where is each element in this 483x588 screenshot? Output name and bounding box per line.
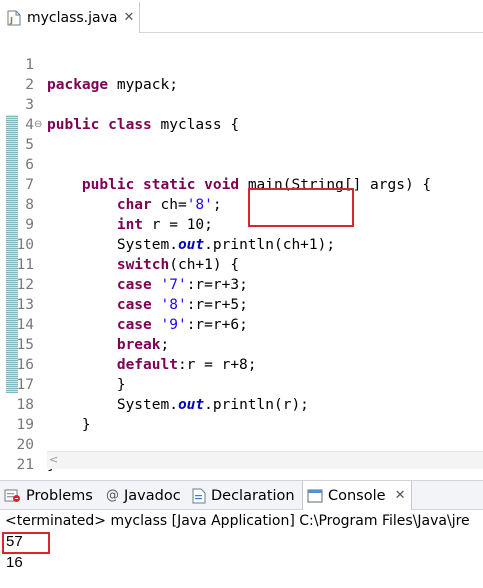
code-line: 15 default:r = r+8;: [0, 315, 483, 373]
close-icon[interactable]: ✕: [123, 10, 134, 25]
editor-tab-bar: J myclass.java ✕: [0, 0, 483, 33]
problems-icon: [4, 488, 21, 503]
console-output[interactable]: <terminated> myclass [Java Application] …: [0, 510, 483, 588]
red-highlight-box: [2, 532, 50, 554]
code-line: 4: [0, 95, 483, 133]
code-line: 7 char ch='8';: [0, 155, 483, 213]
code-line: 6: [0, 135, 483, 173]
tab-console[interactable]: Console ✕: [302, 481, 413, 510]
java-file-icon: J: [7, 10, 21, 26]
code-line: 20 }: [0, 415, 483, 473]
horizontal-scrollbar[interactable]: <: [47, 451, 483, 469]
code-line: 14 break;: [0, 295, 483, 353]
code-line: 11 case '7':r=r+3;: [0, 235, 483, 293]
javadoc-at-icon: @: [106, 488, 119, 503]
declaration-icon: [192, 488, 206, 504]
red-highlight-box: [248, 188, 354, 227]
tab-javadoc[interactable]: @ Javadoc: [106, 481, 181, 510]
console-icon: [307, 489, 323, 503]
tab-declaration[interactable]: Declaration: [192, 481, 295, 510]
code-line: 16 }: [0, 335, 483, 393]
console-output-line: 16: [6, 554, 23, 571]
scroll-left-arrow-icon[interactable]: <: [49, 453, 58, 466]
close-icon[interactable]: ✕: [395, 488, 406, 503]
editor-tab-myclass[interactable]: J myclass.java ✕: [0, 2, 140, 33]
code-line: 5 ⊖ public static void main(String[] arg…: [0, 115, 483, 193]
code-line: 1 package mypack;: [0, 35, 483, 93]
editor-tab-label: myclass.java: [27, 9, 118, 26]
tab-label: Problems: [26, 487, 93, 504]
code-line: 8 int r = 10;: [0, 175, 483, 233]
console-status-line: <terminated> myclass [Java Application] …: [5, 513, 470, 529]
tab-label: Javadoc: [124, 487, 181, 504]
tab-label: Declaration: [211, 487, 295, 504]
code-editor[interactable]: 1 package mypack; 2 3 public class mycla…: [0, 33, 483, 473]
code-line: 2: [0, 55, 483, 93]
tab-problems[interactable]: Problems: [4, 481, 93, 510]
code-line: 13 case '9':r=r+6;: [0, 275, 483, 333]
code-line: 19: [0, 395, 483, 433]
line-number: 21: [16, 457, 34, 473]
svg-text:J: J: [9, 16, 13, 25]
code-line: 12 case '8':r=r+5;: [0, 255, 483, 313]
code-line: 3 public class myclass {: [0, 75, 483, 133]
code-line: 17 System.out.println(r);: [0, 355, 483, 413]
tab-label: Console: [328, 487, 386, 504]
fold-collapse-icon[interactable]: ⊖: [34, 115, 42, 135]
code-line: 9 System.out.println(ch+1);: [0, 195, 483, 253]
code-line: 18 }: [0, 375, 483, 433]
panel-tab-bar: Problems @ Javadoc Declaration Console ✕: [0, 480, 483, 510]
code-line: 10 switch(ch+1) {: [0, 215, 483, 273]
